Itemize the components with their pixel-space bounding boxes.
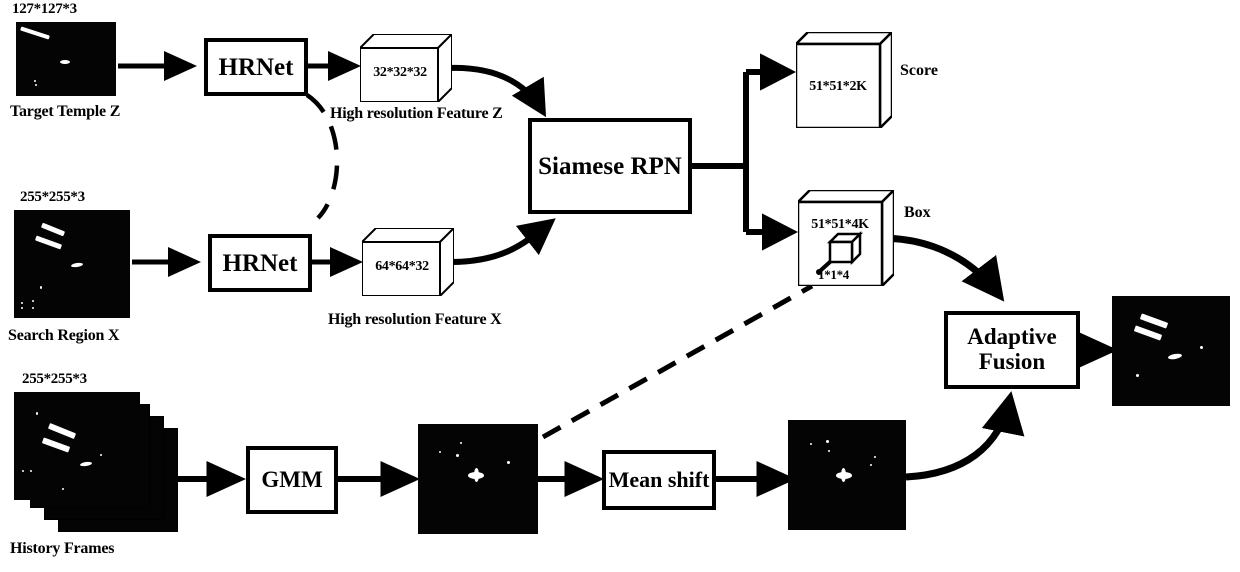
siamese-rpn-label: Siamese RPN xyxy=(538,152,682,180)
feature-z-caption: High resolution Feature Z xyxy=(330,105,503,122)
streak xyxy=(1139,313,1169,329)
siamese-rpn-block[interactable]: Siamese RPN xyxy=(528,118,692,214)
noise-dot xyxy=(874,456,876,458)
diagram-canvas: 127*127*3 Target Temple Z HRNet 32*32*32… xyxy=(0,0,1240,572)
adaptive-fusion-block[interactable]: Adaptive Fusion xyxy=(944,311,1080,389)
noise-dot xyxy=(32,300,34,302)
streak xyxy=(34,235,63,250)
box-dim-label: 51*51*4K xyxy=(811,217,869,232)
streak xyxy=(20,26,50,40)
arrow-featurex-to-siameserpn xyxy=(449,218,556,265)
score-label: Score xyxy=(900,62,938,79)
feature-x-dim-label: 64*64*32 xyxy=(375,259,429,274)
target-blob xyxy=(60,60,70,64)
noise-dot xyxy=(22,470,24,472)
noise-dot xyxy=(21,307,23,309)
final-result-image xyxy=(1112,296,1230,406)
streak xyxy=(40,222,66,237)
noise-dot xyxy=(460,442,462,444)
target-template-image xyxy=(16,22,116,96)
target-blob xyxy=(474,468,479,482)
noise-dot xyxy=(507,461,510,464)
adaptive-fusion-label-line2: Fusion xyxy=(978,349,1046,374)
streak xyxy=(41,437,71,453)
hrnet-top-block[interactable]: HRNet xyxy=(204,38,308,96)
gmm-block[interactable]: GMM xyxy=(246,446,338,514)
hrnet-bottom-block[interactable]: HRNet xyxy=(208,234,312,292)
feature-z-dim-label: 32*32*32 xyxy=(373,65,427,80)
noise-dot xyxy=(100,454,102,456)
noise-dot xyxy=(36,412,38,415)
target-template-caption: Target Temple Z xyxy=(10,103,121,120)
noise-dot xyxy=(32,307,34,309)
history-frames-stack xyxy=(14,392,178,532)
history-frames-caption: History Frames xyxy=(10,540,115,557)
score-dim-label: 51*51*2K xyxy=(809,79,867,94)
feature-x-caption: High resolution Feature X xyxy=(328,311,502,328)
target-blob xyxy=(1167,352,1183,361)
feature-x-cuboid: 64*64*32 xyxy=(359,225,457,299)
noise-dot xyxy=(439,451,441,453)
noise-dot xyxy=(35,84,37,86)
gmm-output-image xyxy=(418,424,538,534)
box-inner-dim-label: 1*1*4 xyxy=(818,267,850,282)
streak xyxy=(1133,325,1163,341)
target-blob xyxy=(70,262,84,268)
arrow-meanshift-output-to-adaptive-fusion xyxy=(905,391,1025,481)
hrnet-bottom-label: HRNet xyxy=(222,249,298,277)
noise-dot xyxy=(826,440,829,443)
history-frames-dim-label: 255*255*3 xyxy=(22,371,87,387)
noise-dot xyxy=(828,450,830,452)
box-cuboid: 51*51*4K 1*1*4 xyxy=(794,186,898,290)
mean-shift-label: Mean shift xyxy=(608,467,710,493)
feature-z-cuboid: 32*32*32 xyxy=(357,31,455,105)
noise-dot xyxy=(810,443,812,445)
score-cuboid: 51*51*2K xyxy=(792,28,896,132)
connector-rpn-split-bus xyxy=(690,53,798,251)
streak xyxy=(47,422,77,440)
adaptive-fusion-label-line1: Adaptive xyxy=(967,324,1057,350)
noise-dot xyxy=(62,488,64,490)
target-template-dim-label: 127*127*3 xyxy=(12,1,77,17)
dashed-link-gmm-output-to-box xyxy=(541,283,814,440)
noise-dot xyxy=(1136,374,1139,377)
noise-dot xyxy=(34,80,36,82)
noise-dot xyxy=(1200,346,1203,349)
noise-dot xyxy=(40,286,42,289)
search-region-caption: Search Region X xyxy=(8,327,120,344)
mean-shift-block[interactable]: Mean shift xyxy=(602,450,716,510)
noise-dot xyxy=(456,454,459,457)
noise-dot xyxy=(870,464,872,466)
search-region-dim-label: 255*255*3 xyxy=(20,189,85,205)
box-label: Box xyxy=(904,204,931,221)
target-blob xyxy=(841,468,846,482)
history-frame-front-image xyxy=(14,392,140,500)
hrnet-top-label: HRNet xyxy=(218,53,294,81)
noise-dot xyxy=(21,302,23,304)
gmm-label: GMM xyxy=(261,466,323,492)
target-blob xyxy=(79,461,93,467)
noise-dot xyxy=(30,470,32,472)
search-region-image xyxy=(14,210,130,318)
mean-shift-output-image xyxy=(788,420,906,530)
